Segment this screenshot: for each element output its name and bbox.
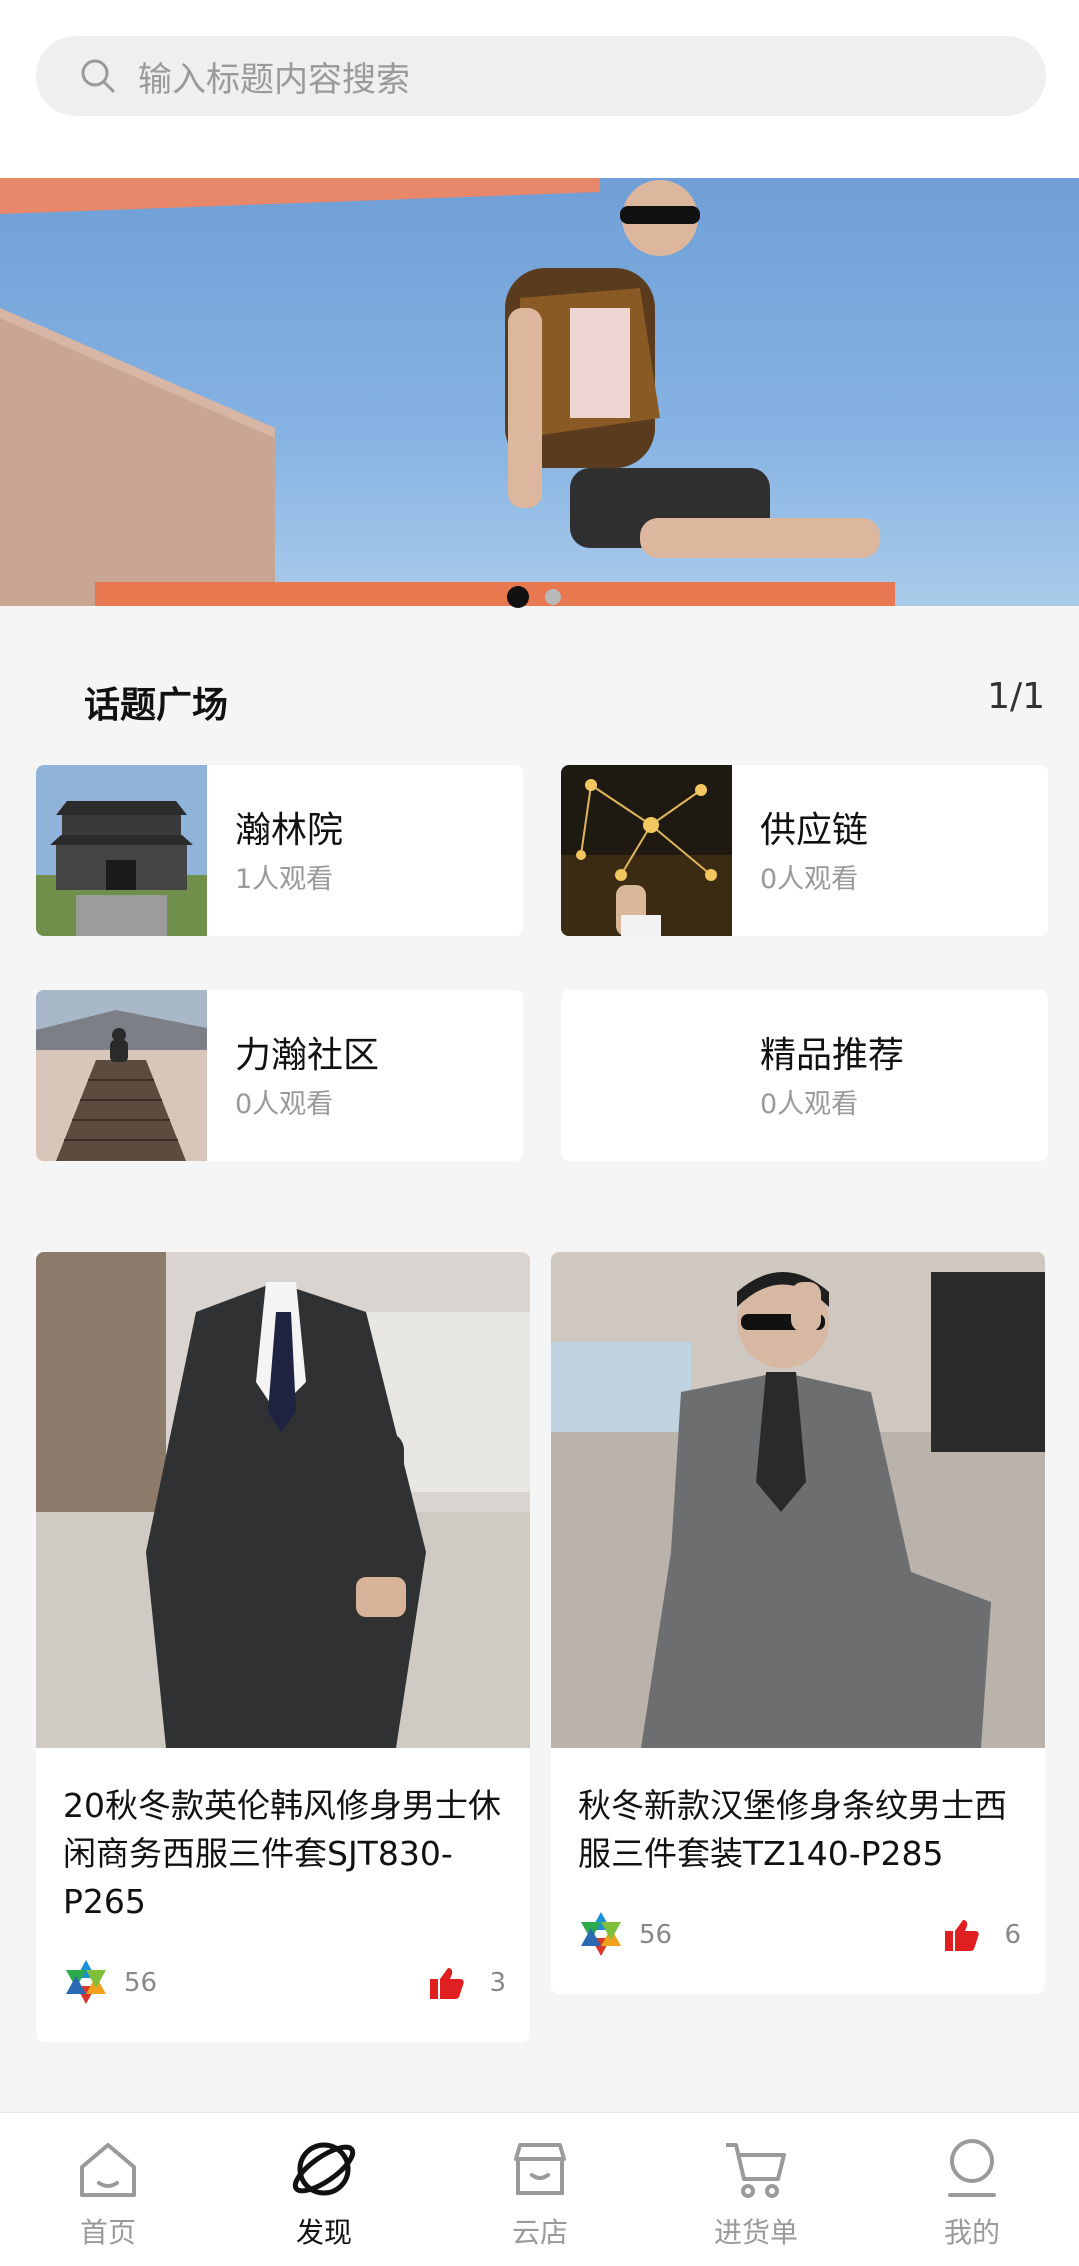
product-card[interactable]: 秋冬新款汉堡修身条纹男士西服三件套装TZ140-P285 56 6 — [551, 1252, 1045, 1994]
topic-card[interactable]: 瀚林院 1人观看 — [36, 765, 523, 936]
cart-icon — [726, 2143, 786, 2198]
carousel-dot[interactable] — [545, 589, 561, 605]
tab-label: 首页 — [79, 2216, 136, 2249]
search-icon — [81, 59, 115, 93]
thumbs-up-icon[interactable] — [943, 1916, 981, 1954]
topic-card[interactable]: 供应链 0人观看 — [561, 765, 1048, 936]
topic-views: 0人观看 — [760, 864, 859, 895]
product-image — [551, 1252, 1045, 1748]
topic-thumbnail-building — [36, 765, 207, 936]
product-title: 秋冬新款汉堡修身条纹男士西服三件套装TZ140-P285 — [578, 1786, 1007, 1873]
topic-name: 精品推荐 — [760, 1035, 905, 1076]
tab-label: 发现 — [295, 2216, 352, 2249]
product-image — [36, 1252, 530, 1748]
search-bar[interactable]: 输入标题内容搜索 — [36, 36, 1046, 116]
home-icon — [80, 2143, 136, 2197]
topic-views: 0人观看 — [235, 1089, 334, 1120]
topic-name: 供应链 — [760, 810, 869, 851]
planet-icon — [292, 2142, 356, 2196]
tab-cart[interactable]: 进货单 — [648, 2113, 864, 2266]
brand-star-icon — [66, 1960, 106, 2004]
topic-views: 0人观看 — [760, 1089, 859, 1120]
product-meta: 56 6 — [575, 1908, 1021, 1968]
topic-name: 力瀚社区 — [235, 1035, 380, 1076]
tab-discover[interactable]: 发现 — [216, 2113, 432, 2266]
thumbs-up-icon[interactable] — [428, 1964, 466, 2002]
bottom-tab-bar: 首页 发现 云店 进货单 我的 — [0, 2112, 1079, 2266]
brand-star-icon — [581, 1912, 621, 1956]
topic-thumbnail-pier — [36, 990, 207, 1161]
page-indicator: 1/1 — [987, 676, 1045, 717]
tab-home[interactable]: 首页 — [0, 2113, 216, 2266]
view-count: 56 — [124, 1968, 158, 1998]
tab-label: 云店 — [511, 2216, 568, 2249]
topic-card[interactable]: 精品推荐 0人观看 — [561, 990, 1048, 1161]
tab-label: 我的 — [943, 2216, 1000, 2249]
tab-label: 进货单 — [713, 2216, 798, 2249]
tab-profile[interactable]: 我的 — [864, 2113, 1079, 2266]
product-meta: 56 3 — [60, 1956, 506, 2016]
topic-views: 1人观看 — [235, 864, 334, 895]
topic-card[interactable]: 力瀚社区 0人观看 — [36, 990, 523, 1161]
topic-thumbnail-city-network — [561, 765, 732, 936]
search-input[interactable]: 输入标题内容搜索 — [138, 52, 410, 101]
like-count: 6 — [1004, 1920, 1021, 1950]
topic-name: 瀚林院 — [235, 810, 344, 851]
like-count: 3 — [489, 1968, 506, 1998]
product-title: 20秋冬款英伦韩风修身男士休闲商务西服三件套SJT830-P265 — [63, 1786, 501, 1921]
banner-image — [0, 178, 895, 606]
profile-icon — [948, 2139, 996, 2197]
banner-carousel[interactable] — [0, 178, 1079, 606]
view-count: 56 — [639, 1920, 673, 1950]
section-title: 话题广场 — [84, 685, 229, 726]
tab-cloud-store[interactable]: 云店 — [432, 2113, 648, 2266]
carousel-dot-active[interactable] — [507, 586, 529, 608]
product-card[interactable]: 20秋冬款英伦韩风修身男士休闲商务西服三件套SJT830-P265 56 3 — [36, 1252, 530, 2042]
store-icon — [514, 2143, 566, 2195]
